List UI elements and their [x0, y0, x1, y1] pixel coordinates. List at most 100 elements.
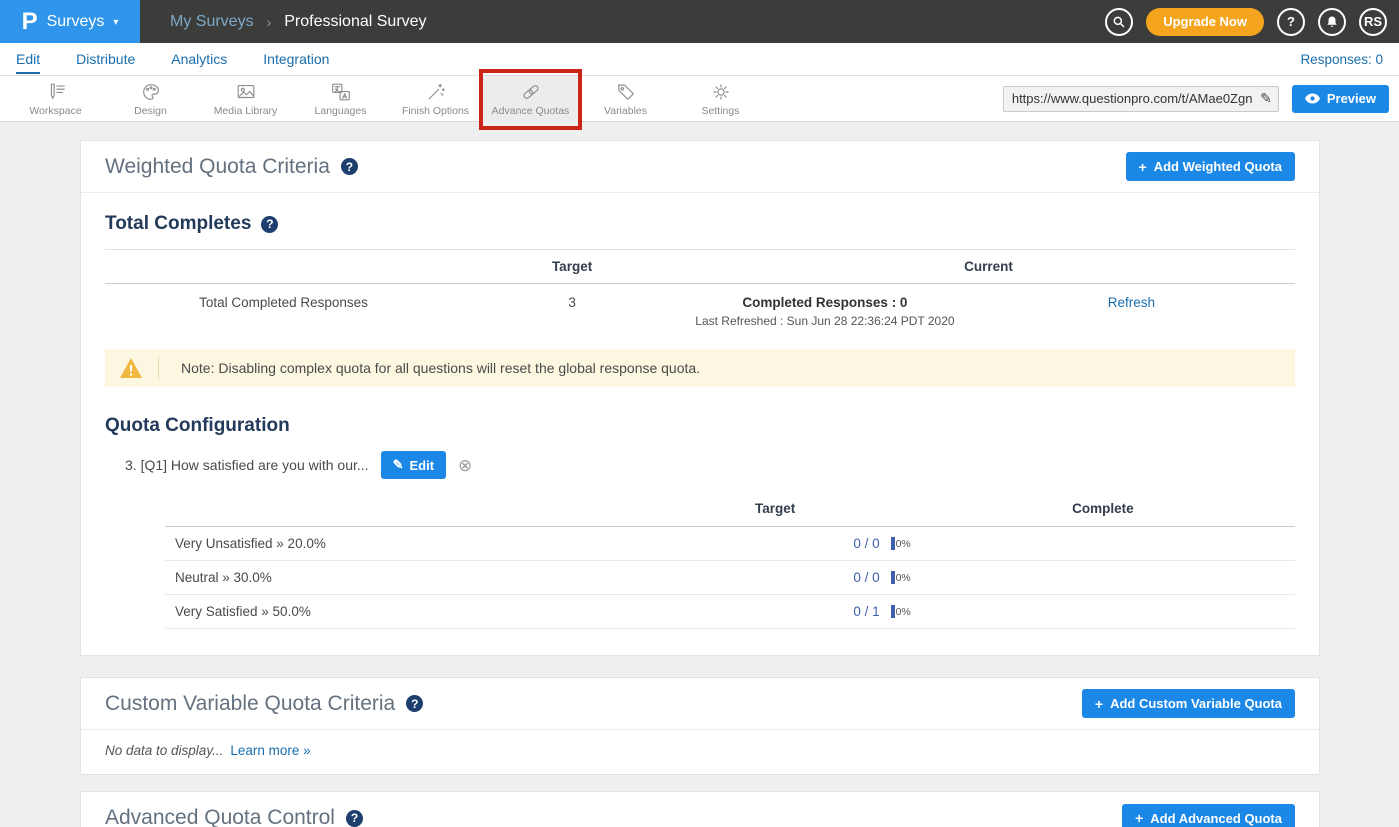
add-custom-variable-quota-label: Add Custom Variable Quota [1110, 696, 1282, 711]
advanced-quota-header: Advanced Quota Control ? + Add Advanced … [81, 792, 1319, 827]
survey-url-input[interactable] [1003, 86, 1279, 112]
total-completes-help-icon[interactable]: ? [261, 216, 278, 233]
toolbar-item-languages[interactable]: Languages [293, 76, 388, 122]
tab-analytics[interactable]: Analytics [171, 44, 227, 74]
image-icon [235, 81, 257, 103]
custom-variable-quota-help-icon[interactable]: ? [406, 695, 423, 712]
quota-question-text: 3. [Q1] How satisfied are you with our..… [125, 457, 369, 473]
advanced-quota-title: Advanced Quota Control [105, 806, 335, 827]
column-header-target: Target [462, 259, 682, 274]
topbar-actions: Upgrade Now ? RS [1105, 8, 1399, 36]
eye-icon [1305, 93, 1320, 104]
table-row: Total Completed Responses 3 Completed Re… [105, 284, 1295, 343]
toolbar-item-label: Settings [702, 105, 740, 117]
toolbar-item-advance-quotas[interactable]: Advance Quotas [483, 76, 578, 122]
toolbar-item-variables[interactable]: Variables [578, 76, 673, 122]
quota-percent: 0% [896, 538, 911, 550]
breadcrumb-current-survey: Professional Survey [284, 13, 426, 31]
completed-responses-count: Completed Responses : 0 [682, 295, 968, 310]
toolbar-item-media-library[interactable]: Media Library [198, 76, 293, 122]
refresh-link[interactable]: Refresh [1108, 295, 1155, 310]
quota-count-link[interactable]: 0 / 0 [853, 570, 879, 585]
no-data-text: No data to display... [105, 743, 223, 758]
remove-quota-icon[interactable]: ⊗ [458, 457, 472, 474]
advanced-quota-title-row: Advanced Quota Control ? [105, 806, 363, 827]
warning-triangle-icon [119, 357, 143, 379]
add-custom-variable-quota-button[interactable]: + Add Custom Variable Quota [1082, 689, 1295, 718]
quota-progress: 0% [891, 605, 911, 618]
advanced-quota-card: Advanced Quota Control ? + Add Advanced … [80, 791, 1320, 827]
question-mark-icon: ? [1287, 14, 1295, 29]
chain-links-icon [520, 81, 542, 103]
advanced-quota-help-icon[interactable]: ? [346, 810, 363, 827]
surveys-product-menu[interactable]: P Surveys ▾ [0, 0, 140, 43]
quota-page: Weighted Quota Criteria ? + Add Weighted… [0, 122, 1399, 827]
quota-count-link[interactable]: 0 / 0 [853, 536, 879, 551]
responses-count: Responses: 0 [1300, 52, 1383, 67]
toolbar-item-finish-options[interactable]: Finish Options [388, 76, 483, 122]
plus-icon: + [1095, 696, 1103, 712]
survey-url-box: ✎ [1003, 86, 1279, 112]
questionpro-logo: P [22, 10, 38, 34]
table-row: Very Satisfied » 50.0% 0 / 1 0% [165, 595, 1295, 629]
quota-configuration-table: Target Complete Very Unsatisfied » 20.0%… [165, 491, 1295, 629]
help-button[interactable]: ? [1277, 8, 1305, 36]
workspace-icon [45, 81, 67, 103]
tab-distribute[interactable]: Distribute [76, 44, 135, 74]
survey-nav: Edit Distribute Analytics Integration Re… [0, 43, 1399, 76]
toolbar-item-label: Workspace [29, 105, 81, 117]
custom-variable-quota-header: Custom Variable Quota Criteria ? + Add C… [81, 678, 1319, 730]
topbar: P Surveys ▾ My Surveys › Professional Su… [0, 0, 1399, 43]
chevron-down-icon: ▾ [113, 17, 118, 28]
weighted-quota-body: Total Completes ? Target Current Total C… [81, 193, 1319, 655]
quota-percent: 0% [896, 572, 911, 584]
total-completes-title: Total Completes [105, 213, 251, 235]
toolbar-item-label: Advance Quotas [492, 105, 570, 117]
toolbar-item-design[interactable]: Design [103, 76, 198, 122]
answer-option-label: Very Unsatisfied » 20.0% [165, 536, 640, 551]
empty-header-cell [105, 259, 462, 274]
bell-icon [1325, 15, 1339, 29]
avatar[interactable]: RS [1359, 8, 1387, 36]
search-button[interactable] [1105, 8, 1133, 36]
quota-warning-note: Note: Disabling complex quota for all qu… [105, 349, 1295, 387]
product-menu-label: Surveys [47, 13, 105, 31]
add-weighted-quota-button[interactable]: + Add Weighted Quota [1126, 152, 1296, 181]
last-refreshed-timestamp: Last Refreshed : Sun Jun 28 22:36:24 PDT… [682, 314, 968, 328]
add-advanced-quota-button[interactable]: + Add Advanced Quota [1122, 804, 1295, 827]
custom-variable-quota-title: Custom Variable Quota Criteria [105, 692, 395, 716]
edit-question-quota-button[interactable]: ✎ Edit [381, 451, 446, 479]
toolbar-item-label: Finish Options [402, 105, 469, 117]
column-header-complete: Complete [911, 501, 1295, 516]
plus-icon: + [1139, 159, 1147, 175]
translate-icon [330, 81, 352, 103]
avatar-initials: RS [1364, 14, 1382, 29]
answer-option-label: Very Satisfied » 50.0% [165, 604, 640, 619]
tab-edit[interactable]: Edit [16, 44, 40, 74]
answer-option-label: Neutral » 30.0% [165, 570, 640, 585]
add-advanced-quota-label: Add Advanced Quota [1150, 811, 1282, 826]
toolbar-item-settings[interactable]: Settings [673, 76, 768, 122]
table-row: Very Unsatisfied » 20.0% 0 / 0 0% [165, 527, 1295, 561]
total-completed-responses-label: Total Completed Responses [105, 295, 462, 310]
magic-wand-icon [425, 81, 447, 103]
total-completes-title-row: Total Completes ? [105, 213, 1295, 235]
total-completes-table-header: Target Current [105, 249, 1295, 284]
learn-more-link[interactable]: Learn more » [230, 743, 310, 758]
empty-state-row: No data to display... Learn more » [81, 730, 1319, 774]
current-value-cell: Completed Responses : 0 Last Refreshed :… [682, 295, 968, 328]
column-header-target: Target [640, 501, 911, 516]
edit-url-pencil-icon[interactable]: ✎ [1260, 90, 1272, 107]
gear-icon [710, 81, 732, 103]
upgrade-now-button[interactable]: Upgrade Now [1146, 8, 1264, 36]
breadcrumb-my-surveys[interactable]: My Surveys [170, 13, 254, 31]
preview-button-label: Preview [1327, 91, 1376, 106]
notifications-button[interactable] [1318, 8, 1346, 36]
tab-integration[interactable]: Integration [263, 44, 329, 74]
weighted-quota-help-icon[interactable]: ? [341, 158, 358, 175]
breadcrumb: My Surveys › Professional Survey [170, 13, 427, 31]
quota-count-link[interactable]: 0 / 1 [853, 604, 879, 619]
toolbar-item-workspace[interactable]: Workspace [8, 76, 103, 122]
preview-button[interactable]: Preview [1292, 85, 1389, 113]
custom-variable-quota-card: Custom Variable Quota Criteria ? + Add C… [80, 677, 1320, 775]
